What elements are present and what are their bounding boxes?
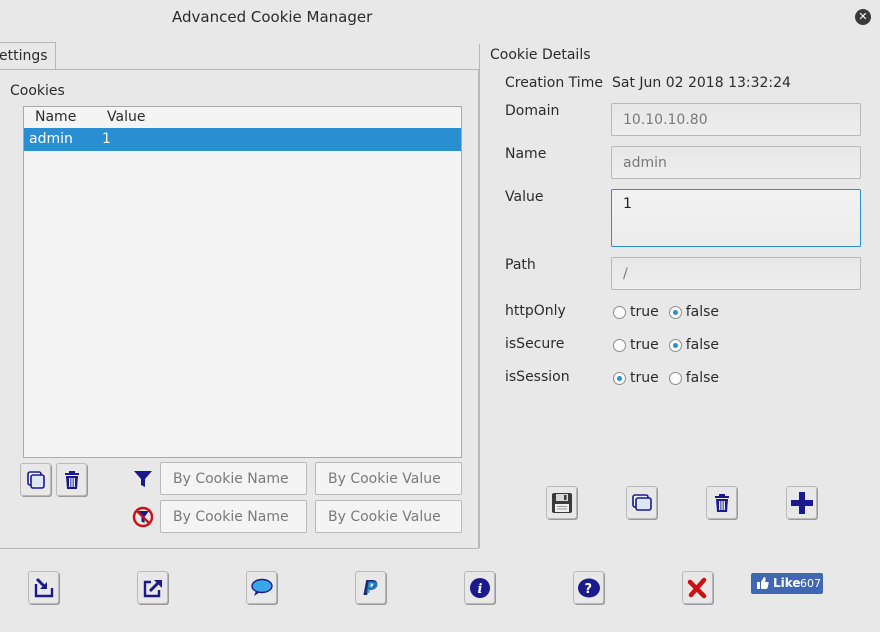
- copy-icon: [631, 493, 652, 511]
- httponly-true-radio[interactable]: [613, 305, 626, 319]
- duplicate-cookie-button[interactable]: [626, 486, 657, 519]
- feedback-button[interactable]: [246, 571, 277, 604]
- copy-icon: [26, 470, 45, 489]
- issession-false-label: false: [685, 370, 720, 386]
- cookie-row[interactable]: admin 1: [24, 128, 461, 151]
- issession-false-option[interactable]: false: [668, 370, 720, 386]
- export-icon: [143, 579, 162, 597]
- copy-cookie-button[interactable]: [20, 463, 51, 496]
- save-cookie-button[interactable]: [546, 486, 577, 519]
- add-cookie-button[interactable]: [786, 486, 817, 519]
- paypal-icon: P P: [363, 577, 378, 599]
- svg-text:i: i: [477, 582, 482, 597]
- tab-settings[interactable]: ettings: [0, 42, 56, 69]
- cookie-list[interactable]: Name Value admin 1: [23, 106, 462, 458]
- export-button[interactable]: [137, 571, 168, 604]
- creation-time-label: Creation Time: [505, 75, 603, 91]
- like-count: 607: [800, 577, 821, 590]
- issecure-radio-group: true false: [613, 336, 729, 354]
- name-field[interactable]: [611, 146, 861, 179]
- help-button[interactable]: ?: [573, 571, 604, 604]
- import-icon: [34, 577, 53, 597]
- info-button[interactable]: i: [464, 571, 495, 604]
- issession-radio-group: true false: [613, 369, 729, 387]
- issession-true-radio[interactable]: [613, 371, 626, 385]
- panel-divider: [479, 44, 480, 548]
- import-button[interactable]: [28, 571, 59, 604]
- cookies-section-label: Cookies: [10, 83, 65, 99]
- domain-label: Domain: [505, 103, 560, 119]
- save-icon: [551, 492, 572, 513]
- issession-true-label: true: [630, 370, 659, 386]
- name-label: Name: [505, 146, 547, 162]
- delete-details-button[interactable]: [706, 486, 737, 519]
- plus-icon: [790, 491, 813, 514]
- cookie-details-label: Cookie Details: [490, 47, 591, 63]
- issession-true-option[interactable]: true: [613, 370, 659, 386]
- speech-bubble-icon: [250, 578, 273, 596]
- issecure-true-radio[interactable]: [613, 338, 626, 352]
- issession-false-radio[interactable]: [668, 371, 682, 385]
- cookie-row-name: admin: [29, 131, 73, 147]
- svg-text:?: ?: [584, 582, 592, 597]
- httponly-radio-group: true false: [613, 303, 729, 321]
- delete-cookie-button[interactable]: [56, 463, 87, 496]
- exclude-name-input[interactable]: [160, 500, 307, 533]
- issecure-true-option[interactable]: true: [613, 337, 659, 353]
- httponly-true-option[interactable]: true: [613, 304, 659, 320]
- cookie-row-value: 1: [102, 131, 111, 147]
- issecure-false-radio[interactable]: [668, 338, 682, 352]
- thumbs-up-icon: [757, 577, 769, 589]
- issecure-false-option[interactable]: false: [668, 337, 720, 353]
- filter-icon: [130, 466, 156, 492]
- like-label: Like: [773, 576, 801, 590]
- filter-value-input[interactable]: [315, 462, 462, 495]
- value-label: Value: [505, 189, 544, 205]
- issecure-true-label: true: [630, 337, 659, 353]
- help-icon: ?: [577, 578, 600, 597]
- httponly-false-radio[interactable]: [668, 305, 682, 319]
- httponly-false-option[interactable]: false: [668, 304, 720, 320]
- close-button[interactable]: [682, 571, 713, 604]
- paypal-donate-button[interactable]: P P: [355, 571, 386, 604]
- window-close-button[interactable]: ✕: [855, 9, 871, 25]
- httponly-label: httpOnly: [505, 303, 566, 319]
- path-label: Path: [505, 257, 536, 273]
- path-field[interactable]: [611, 257, 861, 290]
- creation-time-value: Sat Jun 02 2018 13:32:24: [612, 75, 791, 91]
- exclude-value-input[interactable]: [315, 500, 462, 533]
- svg-text:P: P: [366, 578, 378, 597]
- info-icon: i: [469, 577, 490, 598]
- trash-icon: [64, 470, 79, 489]
- issession-label: isSession: [505, 369, 570, 385]
- facebook-like-button[interactable]: Like 607: [751, 573, 823, 594]
- domain-field[interactable]: [611, 103, 861, 136]
- column-header-name[interactable]: Name: [35, 109, 76, 125]
- issecure-label: isSecure: [505, 336, 565, 352]
- httponly-true-label: true: [630, 304, 659, 320]
- close-icon: ✕: [858, 10, 868, 23]
- filter-name-input[interactable]: [160, 462, 307, 495]
- no-filter-icon: [130, 504, 156, 530]
- trash-icon: [714, 493, 729, 512]
- title-bar: Advanced Cookie Manager ✕: [0, 0, 880, 34]
- value-field[interactable]: 1: [611, 189, 861, 247]
- close-icon: [687, 577, 706, 598]
- httponly-false-label: false: [685, 304, 720, 320]
- issecure-false-label: false: [685, 337, 720, 353]
- column-header-value[interactable]: Value: [107, 109, 145, 125]
- window-title: Advanced Cookie Manager: [172, 8, 373, 26]
